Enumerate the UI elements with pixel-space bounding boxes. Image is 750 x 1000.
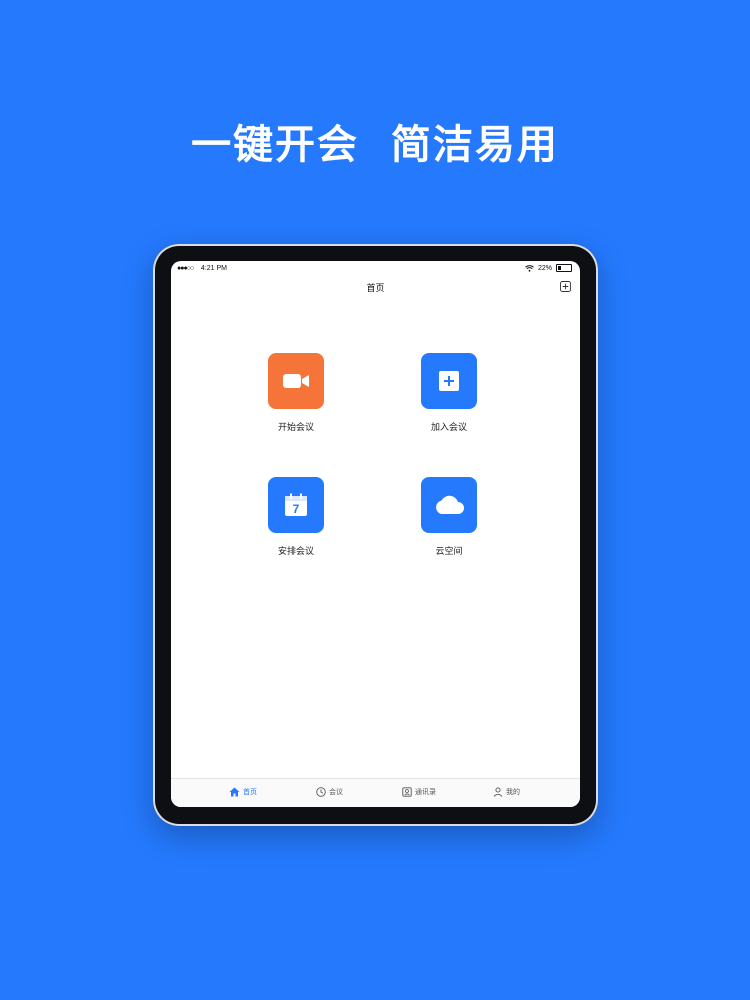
battery-percent: 22%	[537, 264, 552, 272]
tab-home[interactable]: 首页	[229, 787, 257, 797]
add-button-icon[interactable]	[560, 281, 571, 292]
status-bar: ●●●○○ 4:21 PM 22%	[171, 261, 580, 277]
tab-contacts-label: 通讯录	[415, 788, 436, 796]
status-time: 4:21 PM	[200, 265, 227, 272]
start-meeting-tile[interactable]	[268, 353, 324, 409]
tab-profile-label: 我的	[506, 788, 520, 796]
calendar-icon: 7	[285, 493, 307, 516]
signal-indicator: ●●●○○	[177, 265, 194, 272]
page-title: 首页	[366, 284, 385, 294]
join-meeting-label: 加入会议	[430, 423, 467, 433]
tab-meetings[interactable]: 会议	[316, 787, 343, 797]
video-camera-icon	[283, 374, 309, 388]
cloud-space-tile[interactable]	[421, 477, 477, 533]
tab-bar: 首页 会议 通讯录 我的	[171, 778, 580, 807]
wifi-icon	[525, 264, 534, 272]
cloud-icon	[436, 495, 464, 514]
schedule-meeting-label: 安排会议	[277, 547, 314, 557]
start-meeting-button[interactable]: 开始会议	[236, 353, 356, 433]
start-meeting-label: 开始会议	[277, 423, 314, 433]
join-meeting-tile[interactable]	[421, 353, 477, 409]
headline: 一键开会 简洁易用	[191, 122, 559, 168]
join-meeting-button[interactable]: 加入会议	[389, 353, 509, 433]
contacts-icon	[402, 787, 412, 797]
schedule-meeting-tile[interactable]: 7	[268, 477, 324, 533]
tab-contacts[interactable]: 通讯录	[402, 787, 436, 797]
navigation-bar: 首页	[171, 278, 580, 298]
home-icon	[229, 787, 240, 797]
schedule-meeting-button[interactable]: 7 安排会议	[236, 477, 356, 557]
tablet-device-frame: ●●●○○ 4:21 PM 22% 首页 开始会议 加入会议 7 安排会议 云空…	[153, 244, 598, 826]
cloud-space-label: 云空间	[435, 547, 463, 557]
clock-icon	[316, 787, 326, 797]
plus-square-icon	[439, 371, 459, 391]
battery-icon	[556, 264, 572, 272]
user-icon	[493, 787, 503, 797]
tab-profile[interactable]: 我的	[493, 787, 520, 797]
app-screen: ●●●○○ 4:21 PM 22% 首页 开始会议 加入会议 7 安排会议 云空…	[171, 261, 580, 807]
tab-home-label: 首页	[243, 788, 257, 796]
calendar-day-number: 7	[293, 502, 300, 516]
cloud-space-button[interactable]: 云空间	[389, 477, 509, 557]
tab-meetings-label: 会议	[329, 788, 343, 796]
